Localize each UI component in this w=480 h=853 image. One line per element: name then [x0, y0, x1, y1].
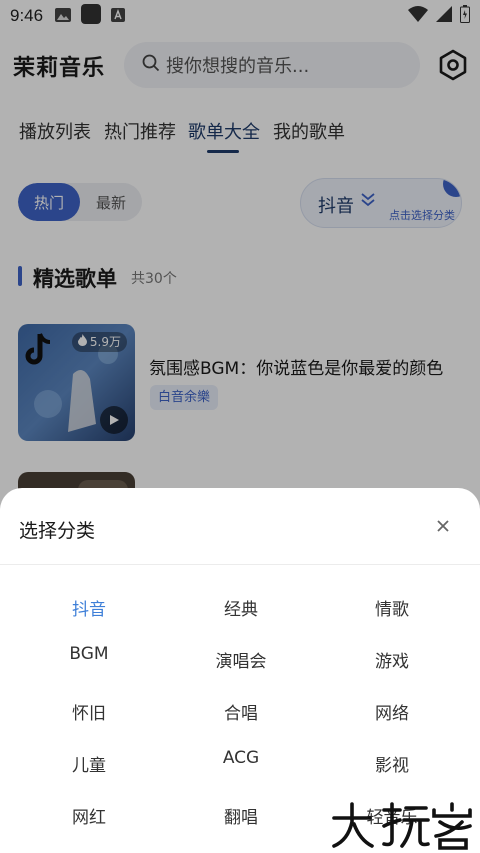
category-item[interactable]: 经典	[171, 595, 311, 620]
divider	[0, 564, 480, 565]
category-item[interactable]: 网红	[19, 803, 159, 828]
category-item[interactable]: 影视	[322, 751, 462, 776]
category-item[interactable]: 抖音	[19, 595, 159, 620]
close-button[interactable]	[430, 514, 456, 540]
watermark-logo	[330, 800, 476, 850]
category-item[interactable]: 网络	[322, 699, 462, 724]
category-sheet: 选择分类 抖音 经典 情歌 BGM 演唱会 游戏 怀旧 合唱 网络 儿童 ACG…	[0, 488, 480, 853]
category-item[interactable]: 儿童	[19, 751, 159, 776]
category-item[interactable]: 翻唱	[171, 803, 311, 828]
category-item[interactable]: 游戏	[322, 647, 462, 672]
category-item[interactable]: BGM	[19, 644, 159, 664]
category-item[interactable]: 怀旧	[19, 699, 159, 724]
category-item[interactable]: 情歌	[322, 595, 462, 620]
category-item[interactable]: 合唱	[171, 699, 311, 724]
sheet-title: 选择分类	[19, 520, 96, 542]
category-item[interactable]: ACG	[171, 748, 311, 768]
close-icon	[436, 518, 450, 537]
category-item[interactable]: 演唱会	[171, 647, 311, 672]
